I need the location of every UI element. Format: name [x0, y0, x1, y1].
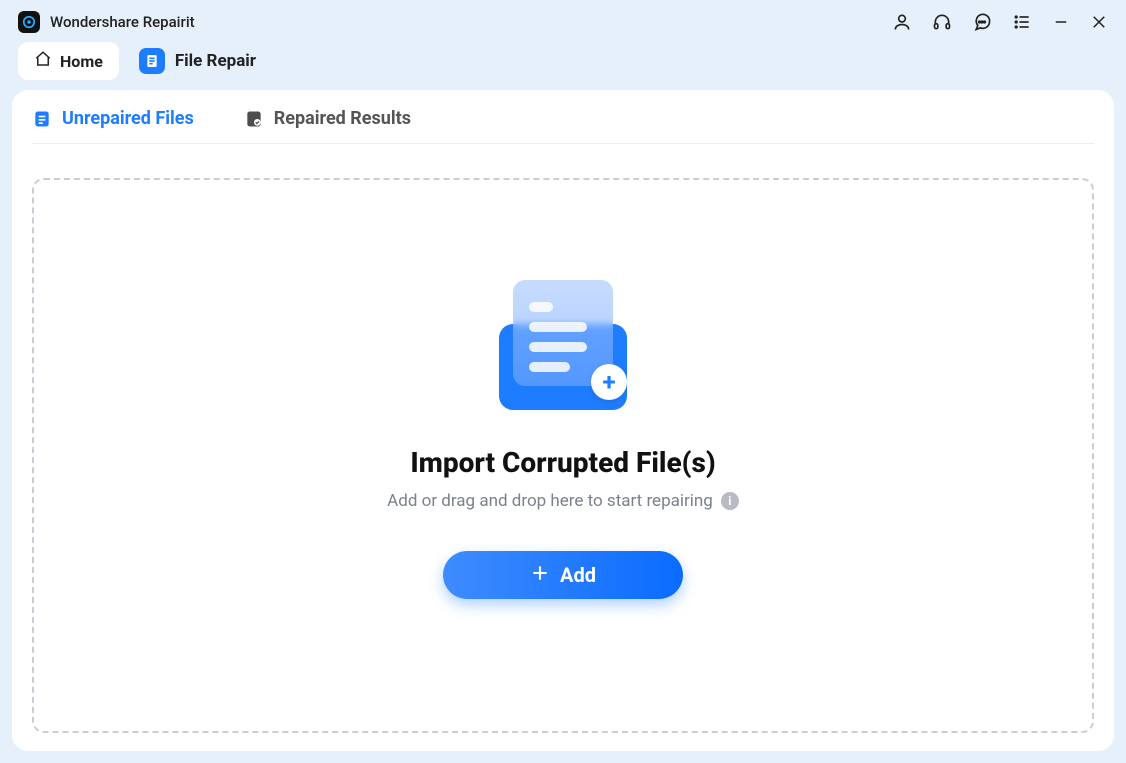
user-icon[interactable] [892, 12, 912, 32]
dropzone-subtitle-text: Add or drag and drop here to start repai… [387, 491, 713, 511]
dropzone-title: Import Corrupted File(s) [410, 446, 715, 479]
add-button[interactable]: Add [443, 551, 683, 599]
titlebar-right [892, 12, 1108, 32]
tab-repaired[interactable]: Repaired Results [244, 108, 411, 129]
app-title: Wondershare Repairit [50, 13, 195, 31]
file-repair-icon [139, 48, 165, 74]
tabs: Unrepaired Files Repaired Results [32, 108, 1094, 144]
file-check-icon [244, 109, 264, 129]
main-panel: Unrepaired Files Repaired Results + Impo… [12, 90, 1114, 751]
titlebar: Wondershare Repairit [0, 0, 1126, 44]
home-icon [34, 50, 52, 72]
headset-icon[interactable] [932, 12, 952, 32]
chat-icon[interactable] [972, 12, 992, 32]
minimize-icon[interactable] [1052, 13, 1070, 31]
home-label: Home [60, 52, 103, 71]
titlebar-left: Wondershare Repairit [18, 11, 195, 33]
info-icon[interactable]: i [721, 492, 739, 510]
tab-label: Repaired Results [274, 108, 411, 129]
breadcrumb-current: File Repair [139, 48, 256, 74]
plus-icon: + [591, 364, 627, 400]
add-button-label: Add [560, 563, 596, 587]
breadcrumb-label: File Repair [175, 51, 256, 71]
app-logo-icon [18, 11, 40, 33]
home-button[interactable]: Home [18, 42, 119, 80]
list-icon[interactable] [1012, 12, 1032, 32]
dropzone[interactable]: + Import Corrupted File(s) Add or drag a… [32, 178, 1094, 733]
tab-label: Unrepaired Files [62, 108, 194, 129]
file-list-icon [32, 109, 52, 129]
file-front-icon: + [513, 280, 613, 386]
tab-unrepaired[interactable]: Unrepaired Files [32, 108, 194, 129]
dropzone-subtitle: Add or drag and drop here to start repai… [387, 491, 739, 511]
close-icon[interactable] [1090, 13, 1108, 31]
breadcrumb: Home File Repair [0, 44, 1126, 90]
dropzone-illustration: + [493, 280, 633, 410]
plus-icon [530, 563, 550, 588]
